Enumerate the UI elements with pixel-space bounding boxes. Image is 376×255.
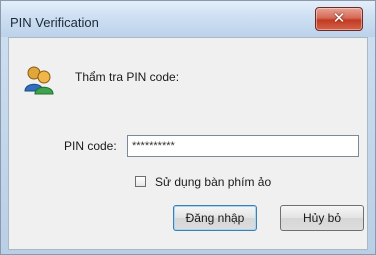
login-button[interactable]: Đăng nhập xyxy=(173,205,257,231)
pin-prompt: Thẩm tra PIN code: xyxy=(75,70,180,84)
close-button[interactable]: ✕ xyxy=(315,7,363,31)
virtual-keyboard-label[interactable]: Sử dụng bàn phím ảo xyxy=(155,175,271,189)
window-title: PIN Verification xyxy=(10,15,99,30)
dialog-body: Thẩm tra PIN code: PIN code: Sử dụng bàn… xyxy=(8,37,368,250)
pin-code-label: PIN code: xyxy=(64,139,117,153)
close-icon: ✕ xyxy=(332,9,346,27)
cancel-button[interactable]: Hủy bỏ xyxy=(280,205,364,231)
pin-verification-window: PIN Verification ✕ Thẩm tra PIN code: PI… xyxy=(0,0,376,255)
virtual-keyboard-checkbox[interactable] xyxy=(135,176,146,187)
pin-code-input[interactable] xyxy=(127,135,359,157)
title-bar[interactable]: PIN Verification ✕ xyxy=(1,1,375,37)
users-icon xyxy=(24,66,54,95)
